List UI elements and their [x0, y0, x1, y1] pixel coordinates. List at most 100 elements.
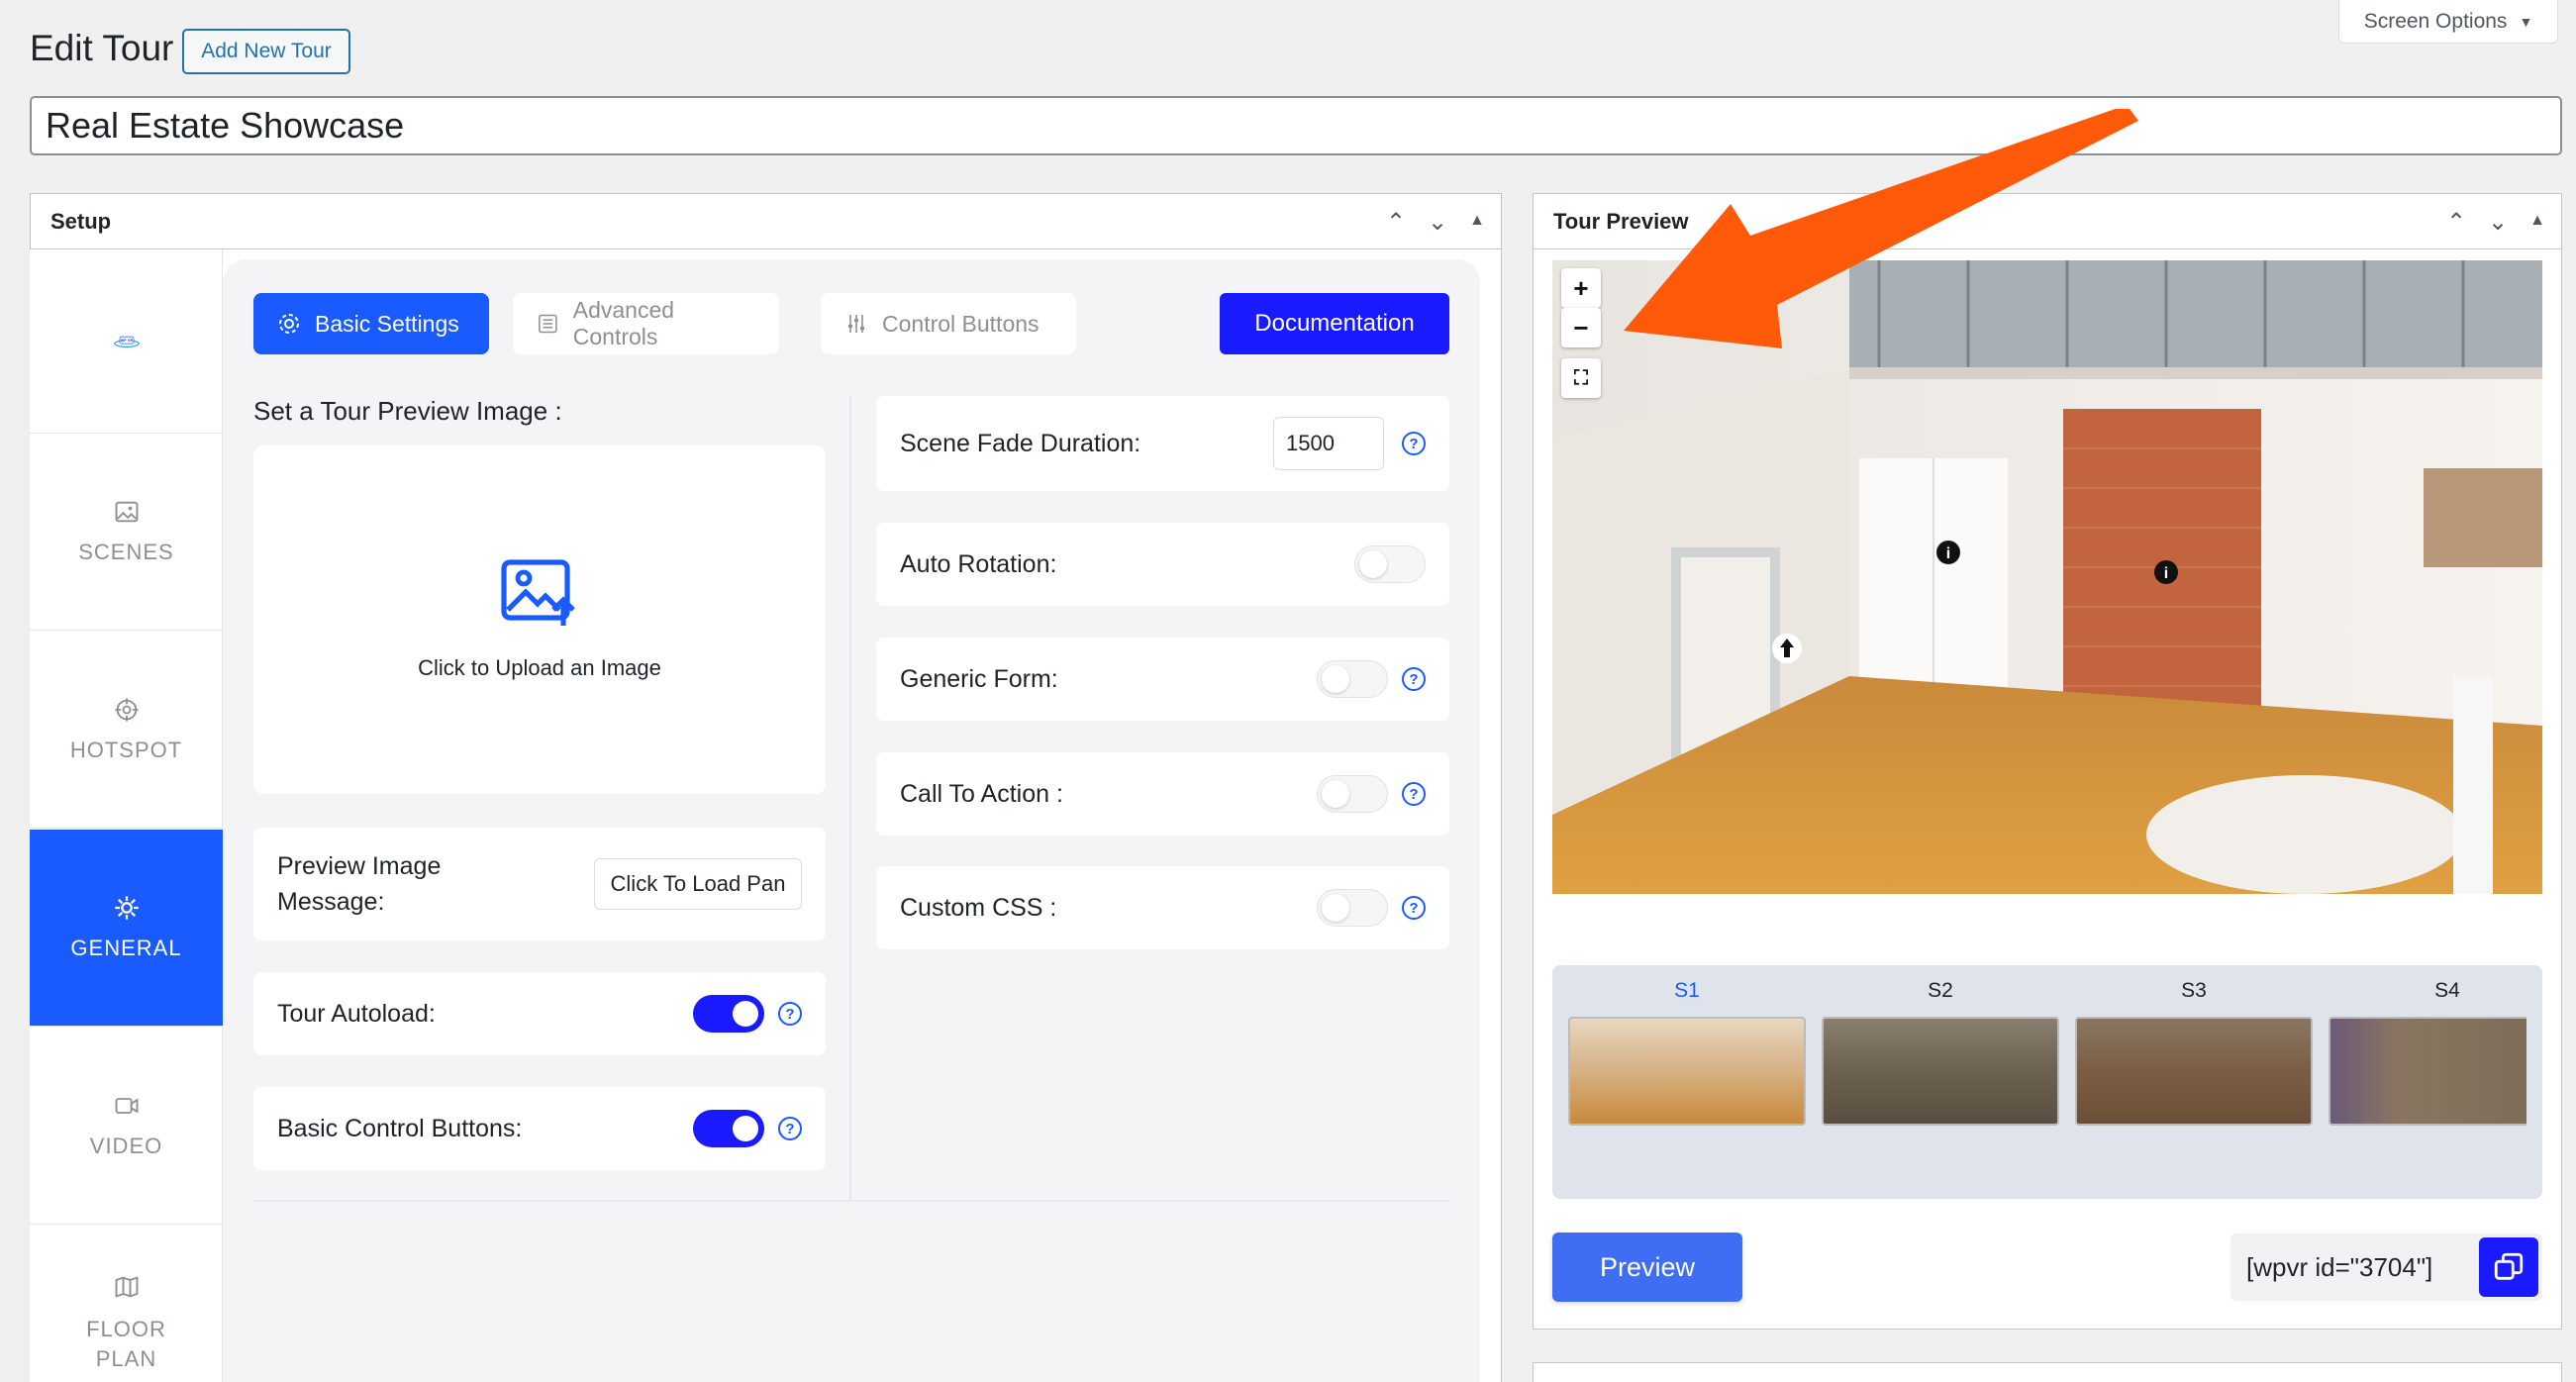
auto-rotation-label: Auto Rotation:	[900, 549, 1057, 578]
basic-control-buttons-row: Basic Control Buttons: ?	[253, 1087, 826, 1170]
help-icon[interactable]: ?	[1402, 667, 1426, 691]
column-divider	[849, 396, 851, 1200]
gear-icon	[279, 314, 299, 334]
tour-autoload-toggle[interactable]	[693, 995, 764, 1033]
sidebar-item-label: FLOOR PLAN	[86, 1317, 166, 1371]
tour-title-input[interactable]: Real Estate Showcase	[30, 96, 2562, 155]
sidebar-item-video[interactable]: VIDEO	[30, 1028, 223, 1225]
scene-thumbnail	[2075, 1017, 2313, 1126]
setup-panel-header: Setup	[31, 194, 1501, 249]
tour-autoload-row: Tour Autoload: ?	[253, 972, 826, 1055]
basic-control-buttons-label: Basic Control Buttons:	[277, 1114, 523, 1142]
gear-icon	[114, 896, 139, 920]
scene-gallery: S1 S2 S3 S4	[1552, 965, 2542, 1199]
add-new-tour-button[interactable]: Add New Tour	[182, 29, 350, 74]
sidebar-item-floor-plan[interactable]: FLOOR PLAN	[30, 1226, 223, 1382]
sliders-icon	[848, 315, 864, 333]
scene-label: S1	[1674, 979, 1700, 1002]
sidebar-item-label: SCENES	[78, 540, 174, 564]
tour-autoload-label: Tour Autoload:	[277, 999, 436, 1028]
scene-thumbnail	[2328, 1017, 2526, 1126]
sidebar-item-label: HOTSPOT	[69, 738, 183, 762]
sidebar-item-scenes[interactable]: SCENES	[30, 434, 223, 631]
video-icon	[115, 1098, 138, 1114]
screen-options-label: Screen Options	[2363, 9, 2508, 33]
list-icon	[539, 314, 557, 334]
scene-thumb-s3[interactable]: S3	[2075, 965, 2313, 1126]
help-icon[interactable]: ?	[1402, 432, 1426, 455]
call-to-action-toggle[interactable]	[1317, 775, 1388, 813]
custom-css-toggle[interactable]	[1317, 889, 1388, 927]
move-down-icon[interactable]: ⌄	[2488, 208, 2508, 237]
upload-image-text: Click to Upload an Image	[418, 655, 661, 680]
collapse-icon[interactable]: ▲	[1469, 212, 1485, 237]
upload-image-box[interactable]: Click to Upload an Image	[253, 445, 826, 794]
move-down-icon[interactable]: ⌄	[1428, 208, 1447, 237]
svg-text:i: i	[1946, 545, 1950, 562]
image-icon	[115, 501, 138, 523]
shortcode-box: [wpvr id="3704"]	[2230, 1234, 2542, 1301]
scene-label: S4	[2434, 979, 2460, 1002]
scene-fade-duration-label: Scene Fade Duration:	[900, 429, 1141, 457]
auto-rotation-row: Auto Rotation:	[876, 523, 1449, 606]
caret-down-icon: ▼	[2519, 13, 2533, 30]
scene-thumb-s2[interactable]: S2	[1822, 965, 2059, 1126]
preview-image-label: Set a Tour Preview Image :	[253, 396, 562, 426]
section-divider	[253, 1200, 1449, 1202]
tab-label: Basic Settings	[315, 310, 459, 337]
preview-message-input[interactable]: Click To Load Pan	[594, 858, 802, 910]
shortcode-text: [wpvr id="3704"]	[2246, 1251, 2433, 1282]
scene-thumb-s1[interactable]: S1	[1568, 965, 1806, 1126]
scene-label: S3	[2181, 979, 2207, 1002]
help-icon[interactable]: ?	[778, 1002, 802, 1026]
sidebar-item-label: GENERAL	[70, 936, 182, 960]
preview-message-row: Preview Image Message: Click To Load Pan	[253, 828, 826, 940]
svg-text:i: i	[2164, 565, 2168, 582]
move-up-icon[interactable]: ⌃	[1386, 208, 1406, 237]
sidebar-item-general[interactable]: GENERAL	[30, 830, 223, 1027]
tab-control-buttons[interactable]: Control Buttons	[821, 293, 1076, 354]
tab-label: Advanced Controls	[572, 297, 675, 349]
help-icon[interactable]: ?	[1402, 782, 1426, 806]
preview-button[interactable]: Preview	[1552, 1233, 1742, 1302]
tour-preview-controls: ⌃ ⌄ ▲	[2446, 208, 2545, 237]
copy-shortcode-button[interactable]	[2479, 1237, 2538, 1297]
wpvr-logo-icon: WP VR	[113, 336, 140, 347]
setup-panel-controls: ⌃ ⌄ ▲	[1386, 208, 1485, 237]
sidebar-item-hotspot[interactable]: HOTSPOT	[30, 632, 223, 829]
scene-thumbnail	[1568, 1017, 1806, 1126]
setup-panel-title: Setup	[50, 208, 112, 234]
scene-fade-duration-row: Scene Fade Duration: 1500 ?	[876, 396, 1449, 491]
screen-options-button[interactable]: Screen Options ▼	[2338, 0, 2558, 44]
tab-label: Control Buttons	[882, 310, 1040, 337]
sidebar-item-label: VIDEO	[89, 1134, 163, 1158]
crosshair-icon	[114, 698, 139, 722]
call-to-action-row: Call To Action : ?	[876, 752, 1449, 836]
next-panel	[1533, 1362, 2562, 1382]
image-upload-icon	[501, 559, 575, 626]
scene-fade-duration-input[interactable]: 1500	[1273, 417, 1384, 470]
generic-form-row: Generic Form: ?	[876, 638, 1449, 721]
tab-advanced-controls[interactable]: Advanced Controls	[513, 293, 779, 354]
scene-thumb-s4[interactable]: S4	[2328, 965, 2526, 1126]
wpvr-logo: WP VR	[30, 249, 223, 434]
setup-sidebar: WP VR SCENES HOTSPOT GENERAL VIDEO FLOOR…	[30, 249, 223, 1382]
logo-text: WP VR	[120, 339, 133, 343]
documentation-button[interactable]: Documentation	[1220, 293, 1449, 354]
move-up-icon[interactable]: ⌃	[2446, 208, 2466, 237]
help-icon[interactable]: ?	[778, 1117, 802, 1140]
tab-basic-settings[interactable]: Basic Settings	[253, 293, 489, 354]
preview-message-label: Preview Image Message:	[277, 852, 442, 916]
generic-form-label: Generic Form:	[900, 664, 1058, 693]
copy-icon	[2494, 1252, 2524, 1280]
collapse-icon[interactable]: ▲	[2529, 212, 2545, 237]
scene-label: S2	[1928, 979, 1953, 1002]
generic-form-toggle[interactable]	[1317, 660, 1388, 698]
call-to-action-label: Call To Action :	[900, 779, 1063, 808]
scene-thumbnail	[1822, 1017, 2059, 1126]
help-icon[interactable]: ?	[1402, 896, 1426, 920]
auto-rotation-toggle[interactable]	[1354, 545, 1426, 583]
annotation-arrow	[1624, 109, 2138, 348]
basic-control-buttons-toggle[interactable]	[693, 1110, 764, 1147]
custom-css-row: Custom CSS : ?	[876, 866, 1449, 949]
